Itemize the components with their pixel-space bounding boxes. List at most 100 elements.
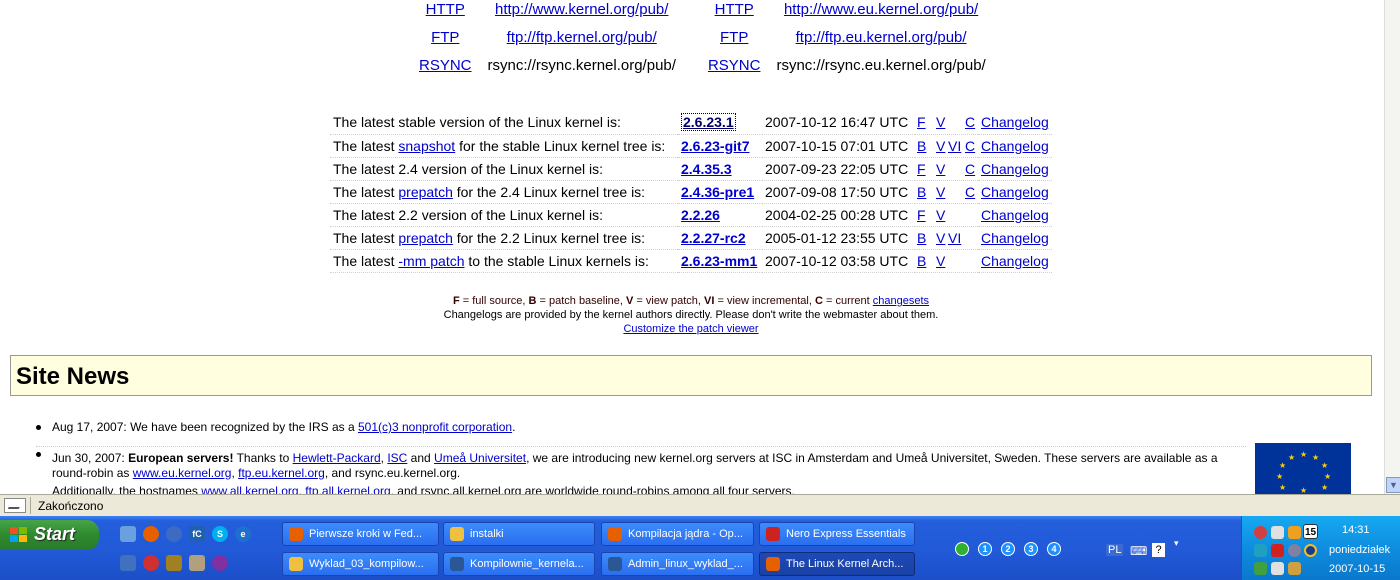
opera-icon[interactable] — [143, 555, 159, 571]
language-indicator[interactable]: PL — [1106, 544, 1124, 556]
ftp-eu-link[interactable]: ftp.eu.kernel.org — [238, 466, 325, 480]
desktop-1-button[interactable]: 1 — [978, 542, 992, 556]
eu-mirror-protocol-link[interactable]: HTTP — [715, 1, 754, 18]
changelog-link[interactable]: Changelog — [981, 207, 1049, 223]
full-source-link[interactable]: F — [917, 114, 926, 130]
firefox-icon[interactable] — [143, 526, 159, 542]
vertical-scrollbar[interactable]: ▼ — [1384, 0, 1400, 494]
tray-app-icon[interactable] — [1304, 544, 1317, 557]
taskbar-task-button[interactable]: instalki — [443, 522, 595, 546]
skype-icon[interactable]: S — [212, 526, 228, 542]
internet-explorer-icon[interactable]: e — [235, 526, 251, 542]
nonprofit-link[interactable]: 501(c)3 nonprofit corporation — [358, 420, 512, 434]
hp-link[interactable]: Hewlett-Packard — [293, 451, 381, 465]
view-patch-link[interactable]: V — [936, 230, 945, 246]
view-patch-link[interactable]: V — [936, 114, 945, 130]
scroll-down-button[interactable]: ▼ — [1386, 477, 1400, 493]
current-changeset-link[interactable]: C — [965, 138, 975, 154]
current-changeset-link[interactable]: C — [965, 161, 975, 177]
tray-app-icon[interactable] — [1288, 562, 1301, 575]
release-version-link[interactable]: 2.4.36-pre1 — [681, 184, 754, 200]
eu-mirror-protocol-link[interactable]: FTP — [720, 29, 748, 46]
help-icon[interactable]: ? — [1152, 543, 1165, 557]
ftp-all-link[interactable]: ftp.all.kernel.org — [305, 484, 390, 494]
release-version-link[interactable]: 2.4.35.3 — [681, 161, 732, 177]
www-all-link[interactable]: www.all.kernel.org — [201, 484, 298, 494]
changelog-link[interactable]: Changelog — [981, 114, 1049, 130]
full-source-link[interactable]: F — [917, 161, 926, 177]
release-version-link[interactable]: 2.2.27-rc2 — [681, 230, 746, 246]
current-changeset-link[interactable]: C — [965, 184, 975, 200]
view-incremental-link[interactable]: VI — [948, 230, 961, 246]
view-patch-link[interactable]: V — [936, 184, 945, 200]
release-desc-link[interactable]: prepatch — [398, 230, 452, 246]
changelog-link[interactable]: Changelog — [981, 138, 1049, 154]
network-icon[interactable] — [120, 555, 136, 571]
show-desktop-icon[interactable] — [120, 526, 136, 542]
release-desc-link[interactable]: prepatch — [398, 184, 452, 200]
view-patch-link[interactable]: V — [936, 207, 945, 223]
taskbar-task-button[interactable]: Admin_linux_wyklad_... — [601, 552, 754, 576]
www-eu-link[interactable]: www.eu.kernel.org — [133, 466, 232, 480]
tray-app-icon[interactable] — [1271, 562, 1284, 575]
tray-app-icon[interactable] — [1271, 544, 1284, 557]
patch-baseline-link[interactable]: B — [917, 253, 926, 269]
tray-app-icon[interactable] — [1254, 526, 1267, 539]
view-patch-link[interactable]: V — [936, 138, 945, 154]
media-icon[interactable] — [212, 555, 228, 571]
changelog-link[interactable]: Changelog — [981, 161, 1049, 177]
desktop-switch-icon[interactable] — [955, 542, 969, 556]
mirror-protocol-link[interactable]: RSYNC — [419, 57, 472, 74]
full-source-link[interactable]: F — [917, 207, 926, 223]
eu-mirror-protocol-link[interactable]: RSYNC — [708, 57, 761, 74]
mirror-url-link[interactable]: ftp://ftp.kernel.org/pub/ — [507, 29, 657, 46]
taskbar-task-button[interactable]: The Linux Kernel Arch... — [759, 552, 915, 576]
isc-link[interactable]: ISC — [387, 451, 407, 465]
mirror-protocol-link[interactable]: FTP — [431, 29, 459, 46]
umea-link[interactable]: Umeå Universitet — [434, 451, 526, 465]
tray-app-icon[interactable] — [1288, 526, 1301, 539]
tool-icon[interactable] — [166, 555, 182, 571]
view-patch-link[interactable]: V — [936, 161, 945, 177]
keyboard-icon[interactable]: ⌨ — [1130, 544, 1147, 558]
app-icon[interactable] — [189, 555, 205, 571]
changelog-link[interactable]: Changelog — [981, 230, 1049, 246]
release-version-link[interactable]: 2.2.26 — [681, 207, 720, 223]
eu-mirror-url-link[interactable]: ftp://ftp.eu.kernel.org/pub/ — [796, 29, 967, 46]
release-desc-link[interactable]: snapshot — [398, 138, 455, 154]
changelog-link[interactable]: Changelog — [981, 184, 1049, 200]
customize-patch-viewer-link[interactable]: Customize the patch viewer — [623, 323, 758, 335]
patch-baseline-link[interactable]: B — [917, 184, 926, 200]
calendar-icon[interactable]: 15 — [1303, 524, 1318, 539]
taskbar-task-button[interactable]: Pierwsze kroki w Fed... — [282, 522, 439, 546]
options-icon[interactable]: ▾ — [1174, 538, 1179, 549]
desktop-2-button[interactable]: 2 — [1001, 542, 1015, 556]
patch-baseline-link[interactable]: B — [917, 230, 926, 246]
release-version-link[interactable]: 2.6.23-git7 — [681, 138, 749, 154]
taskbar-task-button[interactable]: Nero Express Essentials — [759, 522, 915, 546]
view-patch-link[interactable]: V — [936, 253, 945, 269]
taskbar-task-button[interactable]: Kompilacja jądra - Op... — [601, 522, 754, 546]
changelog-link[interactable]: Changelog — [981, 253, 1049, 269]
tray-app-icon[interactable] — [1288, 544, 1301, 557]
tray-app-icon[interactable] — [1254, 562, 1267, 575]
eu-mirror-url-link[interactable]: http://www.eu.kernel.org/pub/ — [784, 1, 978, 18]
tray-app-icon[interactable] — [1254, 544, 1267, 557]
release-version-link[interactable]: 2.6.23-mm1 — [681, 253, 757, 269]
patch-baseline-link[interactable]: B — [917, 138, 926, 154]
thunderbird-icon[interactable] — [166, 526, 182, 542]
start-button[interactable]: Start — [0, 520, 99, 550]
release-desc-link[interactable]: -mm patch — [398, 253, 464, 269]
clock-time[interactable]: 14:31 — [1342, 524, 1370, 536]
tray-app-icon[interactable] — [1271, 526, 1284, 539]
desktop-4-button[interactable]: 4 — [1047, 542, 1061, 556]
mirror-protocol-link[interactable]: HTTP — [426, 1, 465, 18]
current-changeset-link[interactable]: C — [965, 114, 975, 130]
mirror-url-link[interactable]: http://www.kernel.org/pub/ — [495, 1, 668, 18]
desktop-3-button[interactable]: 3 — [1024, 542, 1038, 556]
changesets-link[interactable]: changesets — [873, 295, 929, 307]
release-version-link[interactable]: 2.6.23.1 — [681, 113, 736, 132]
view-incremental-link[interactable]: VI — [948, 138, 961, 154]
taskbar-task-button[interactable]: Kompilownie_kernela... — [443, 552, 595, 576]
app-icon[interactable]: fC — [189, 526, 205, 542]
